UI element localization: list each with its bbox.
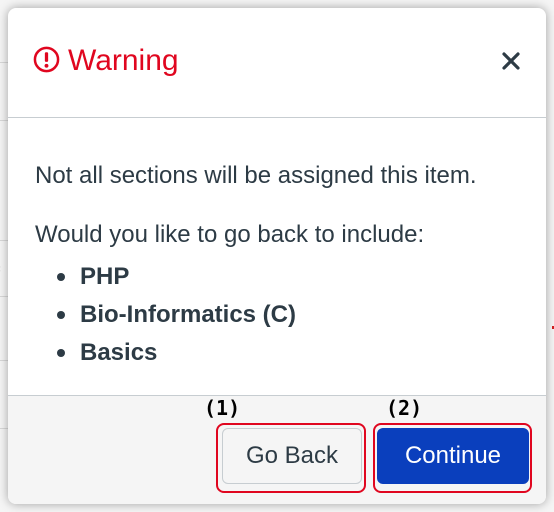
- dialog-footer: (1) (2) Go Back Continue: [8, 395, 546, 504]
- warning-circle-icon: [33, 46, 60, 73]
- bullet-icon: [57, 349, 65, 357]
- background-divider: [0, 120, 8, 121]
- continue-button[interactable]: Continue: [377, 428, 529, 484]
- bullet-icon: [57, 273, 65, 281]
- list-item: PHP: [35, 258, 296, 296]
- dialog-header: Warning: [8, 8, 546, 118]
- warning-dialog: Warning Not all sections will be assigne…: [8, 8, 546, 504]
- dialog-question: Would you like to go back to include:: [35, 221, 425, 248]
- dialog-message: Not all sections will be assigned this i…: [35, 162, 477, 189]
- background-divider: [0, 296, 8, 297]
- annotation-label-2: (2): [386, 396, 423, 420]
- dialog-title: Warning: [68, 44, 179, 77]
- section-list: PHP Bio-Informatics (C) Basics: [35, 258, 296, 372]
- background-divider: [0, 240, 8, 241]
- list-item: Bio-Informatics (C): [35, 296, 296, 334]
- background-divider: [0, 62, 8, 63]
- background-divider: [0, 360, 8, 361]
- list-item: Basics: [35, 334, 296, 372]
- close-icon[interactable]: [498, 48, 524, 74]
- section-label: Bio-Informatics (C): [80, 301, 296, 328]
- section-label: Basics: [80, 339, 158, 366]
- annotation-label-1: (1): [204, 396, 241, 420]
- section-label: PHP: [80, 263, 130, 290]
- go-back-button[interactable]: Go Back: [222, 428, 362, 484]
- bullet-icon: [57, 311, 65, 319]
- background-divider: [0, 428, 8, 429]
